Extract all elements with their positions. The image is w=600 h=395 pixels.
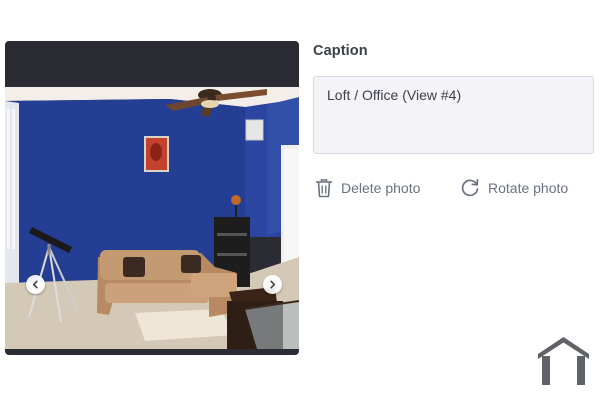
previous-photo-button[interactable] — [26, 275, 45, 294]
delete-photo-label: Delete photo — [341, 180, 421, 196]
caption-label: Caption — [313, 43, 368, 59]
rotate-icon — [461, 178, 479, 197]
next-photo-button[interactable] — [263, 275, 282, 294]
rotate-photo-button[interactable]: Rotate photo — [460, 178, 568, 198]
trash-icon — [315, 179, 333, 198]
photo-viewer — [5, 41, 299, 355]
room-photo-image — [5, 87, 299, 349]
delete-photo-button[interactable]: Delete photo — [315, 178, 420, 198]
chevron-right-icon — [270, 280, 276, 289]
house-logo-icon — [538, 337, 589, 385]
chevron-left-icon — [32, 280, 38, 289]
caption-field[interactable]: Loft / Office (View #4) — [313, 76, 594, 154]
room-photo[interactable] — [5, 87, 299, 349]
rotate-photo-label: Rotate photo — [488, 180, 569, 196]
